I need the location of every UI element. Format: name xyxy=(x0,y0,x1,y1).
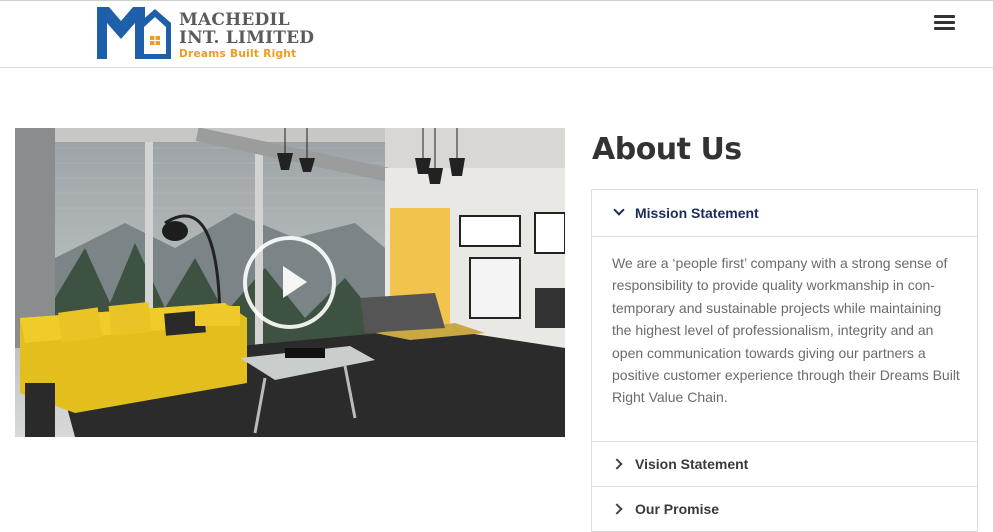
accordion-item-mission: Mission Statement We are a ‘people first… xyxy=(591,189,978,442)
logo-name-line1: MACHEDIL xyxy=(179,10,290,30)
play-icon[interactable] xyxy=(243,236,336,329)
chevron-down-icon xyxy=(613,206,627,220)
accordion-header-vision[interactable]: Vision Statement xyxy=(592,442,977,486)
chevron-right-icon xyxy=(613,457,627,471)
accordion-label: Mission Statement xyxy=(635,205,759,221)
chevron-right-icon xyxy=(613,502,627,516)
mission-text: We are a ‘people first’ company with a s… xyxy=(612,255,960,406)
accordion-label: Vision Statement xyxy=(635,455,749,472)
logo-name-line2: INT. LIMITED xyxy=(179,28,315,48)
company-logo[interactable]: MACHEDIL INT. LIMITED Dreams Built Right xyxy=(95,3,315,63)
accordion-item-vision: Vision Statement xyxy=(591,441,978,487)
page-title: About Us xyxy=(592,132,742,167)
logo-tagline: Dreams Built Right xyxy=(179,48,297,60)
about-accordion: Mission Statement We are a ‘people first… xyxy=(591,189,978,532)
accordion-body-mission: We are a ‘people first’ company with a s… xyxy=(592,236,977,441)
site-header: MACHEDIL INT. LIMITED Dreams Built Right xyxy=(0,0,993,68)
hamburger-menu-icon[interactable] xyxy=(933,12,957,34)
accordion-header-promise[interactable]: Our Promise xyxy=(592,487,977,531)
logo-house-icon xyxy=(95,3,173,60)
accordion-header-mission[interactable]: Mission Statement xyxy=(592,190,977,236)
accordion-item-promise: Our Promise xyxy=(591,486,978,532)
about-video-thumbnail[interactable] xyxy=(15,128,565,437)
accordion-label: Our Promise xyxy=(635,500,720,517)
